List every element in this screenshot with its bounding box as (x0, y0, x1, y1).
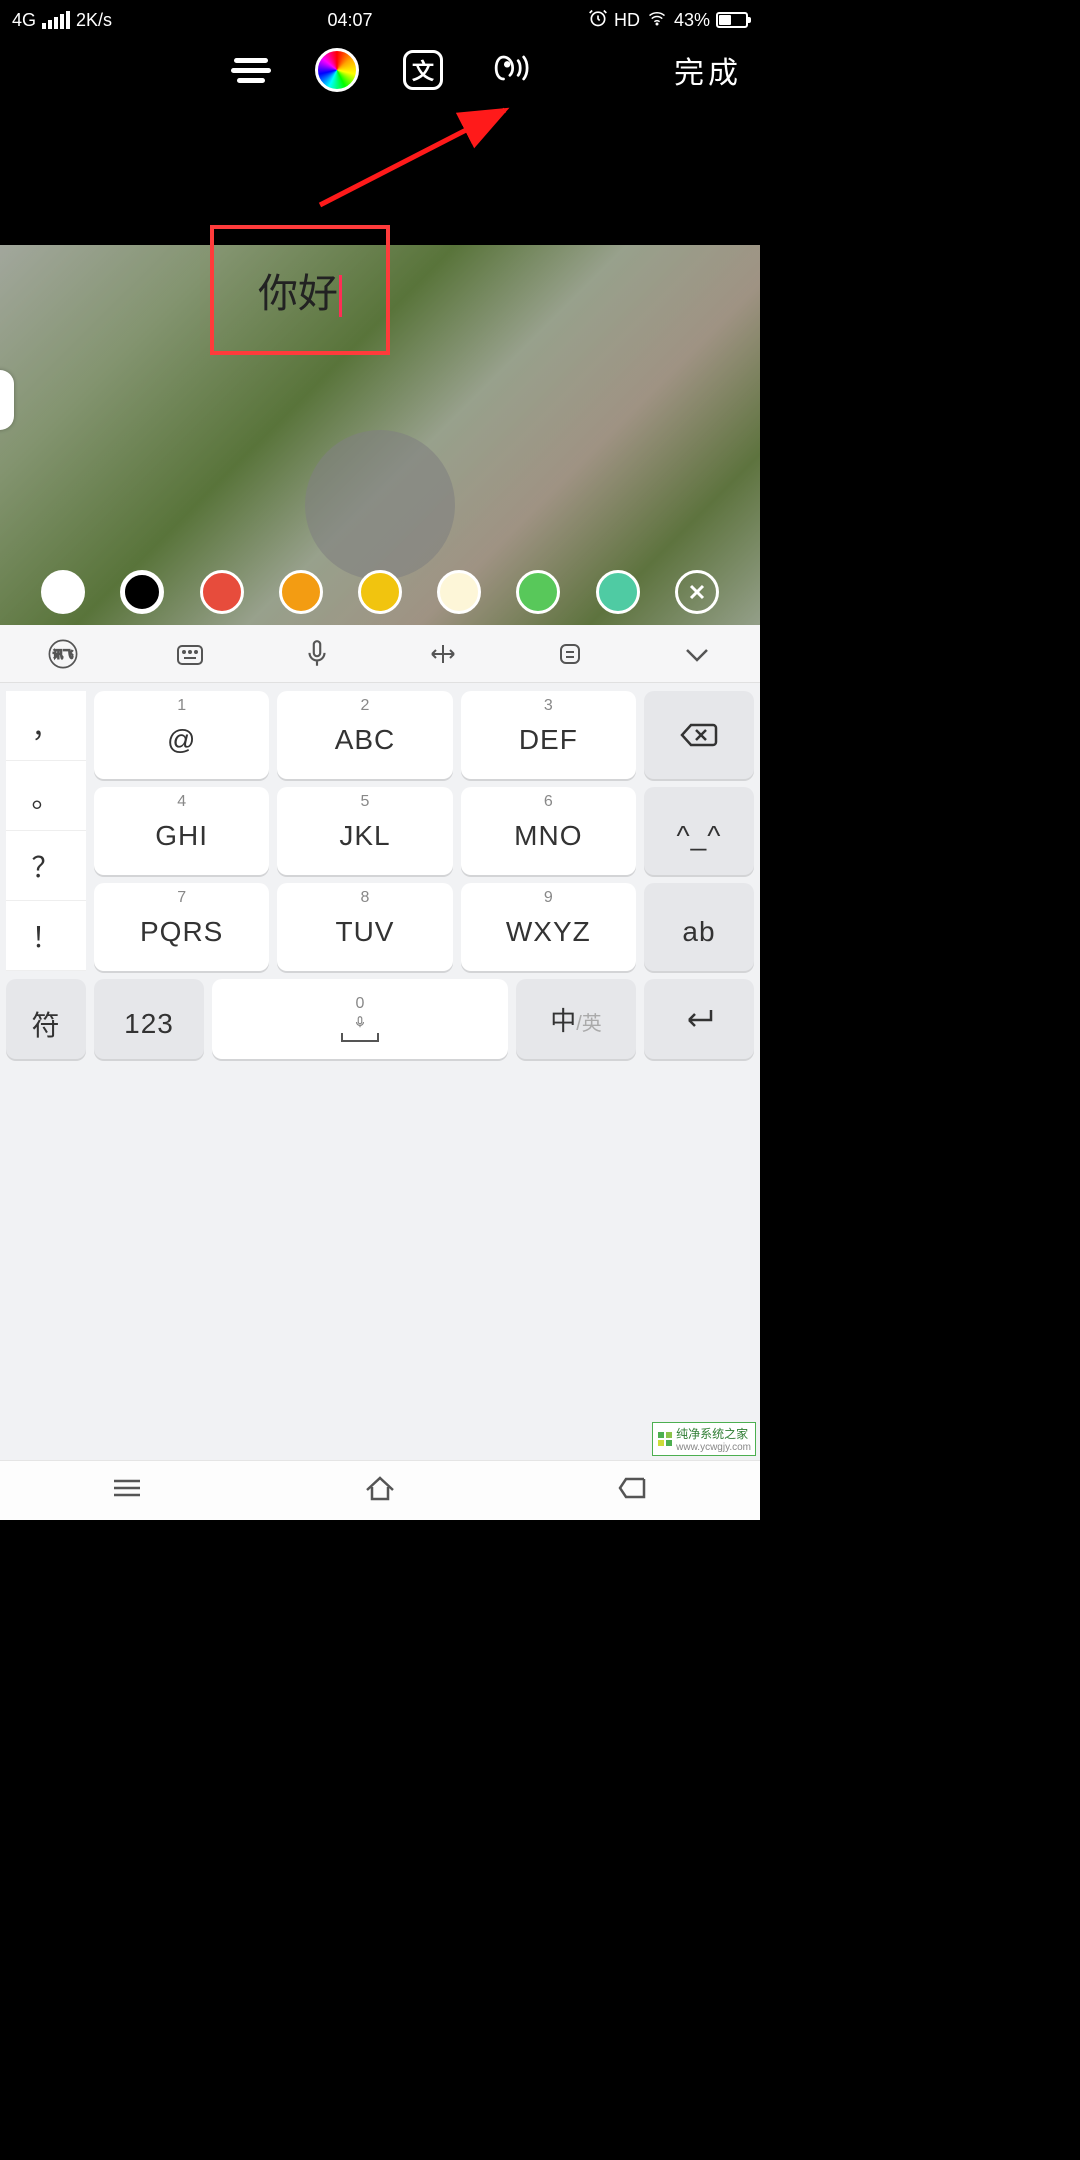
keyboard-keys: ，。？！ 1@2ABC3DEF 4GHI5JKL6MNO^_^ 7PQRS8TUV9W… (0, 683, 760, 971)
key-MNO[interactable]: 6MNO (461, 787, 636, 875)
cursor-move-button[interactable] (422, 633, 464, 675)
color-wheel-icon (315, 48, 359, 92)
collapse-keyboard-button[interactable] (676, 633, 718, 675)
wifi-icon (646, 9, 668, 32)
color-preview-circle (305, 430, 455, 580)
color-swatch[interactable] (596, 570, 640, 614)
text-to-speech-button[interactable] (486, 47, 532, 93)
done-button[interactable]: 完成 (674, 48, 742, 92)
close-icon (687, 582, 707, 602)
svg-text:讯飞: 讯飞 (53, 649, 73, 661)
alarm-icon (588, 8, 608, 33)
watermark-icon (657, 1431, 673, 1447)
edge-handle[interactable] (0, 370, 14, 430)
status-time: 04:07 (327, 10, 372, 31)
text-input-value[interactable]: 你好 (258, 261, 342, 319)
text-style-icon: 文 (403, 50, 443, 90)
color-swatch[interactable] (437, 570, 481, 614)
color-swatch[interactable] (516, 570, 560, 614)
enter-icon (681, 1006, 717, 1032)
clipboard-button[interactable] (549, 633, 591, 675)
signal-icon (42, 11, 70, 29)
emoji-key[interactable]: ^_^ (644, 787, 754, 875)
numbers-key[interactable]: 123 (94, 979, 204, 1059)
soft-keyboard: 讯飞 ，。？！ 1@2ABC3DEF 4GHI5JKL6MNO^_^ 7PQRS8TU… (0, 625, 760, 1520)
backspace-key[interactable] (644, 691, 754, 779)
nav-home-button[interactable] (363, 1474, 397, 1507)
text-cursor (339, 275, 342, 317)
color-swatch[interactable] (200, 570, 244, 614)
color-swatch[interactable] (120, 570, 164, 614)
key-JKL[interactable]: 5JKL (277, 787, 452, 875)
key-DEF[interactable]: 3DEF (461, 691, 636, 779)
alpha-mode-key[interactable]: ab (644, 883, 754, 971)
close-swatches-button[interactable] (675, 570, 719, 614)
nav-recent-button[interactable] (110, 1476, 144, 1505)
punct-key-！[interactable]: ！ (6, 901, 86, 971)
punct-key-。[interactable]: 。 (6, 761, 86, 831)
text-align-button[interactable] (228, 47, 274, 93)
space-icon (340, 1031, 380, 1043)
enter-key[interactable] (644, 979, 754, 1059)
punct-key-？[interactable]: ？ (6, 831, 86, 901)
color-swatch[interactable] (279, 570, 323, 614)
network-speed: 2K/s (76, 10, 112, 31)
color-swatch-row (0, 560, 760, 624)
watermark: 纯净系统之家 www.ycwgjy.com (652, 1422, 756, 1456)
keyboard-layout-button[interactable] (169, 633, 211, 675)
ime-brand-button[interactable]: 讯飞 (42, 633, 84, 675)
language-toggle-key[interactable]: 中/英 (516, 979, 636, 1059)
voice-input-button[interactable] (296, 633, 338, 675)
key-PQRS[interactable]: 7PQRS (94, 883, 269, 971)
key-TUV[interactable]: 8TUV (277, 883, 452, 971)
key-ABC[interactable]: 2ABC (277, 691, 452, 779)
speak-icon (487, 46, 531, 95)
annotation-arrow (310, 95, 520, 215)
nav-back-button[interactable] (616, 1475, 650, 1506)
key-GHI[interactable]: 4GHI (94, 787, 269, 875)
hd-indicator: HD (614, 10, 640, 31)
battery-icon (716, 12, 748, 28)
align-center-icon (231, 58, 271, 83)
punct-key-，[interactable]: ， (6, 691, 86, 761)
color-swatch[interactable] (41, 570, 85, 614)
text-edit-toolbar: 文 完成 (0, 40, 760, 100)
space-key[interactable]: 0 (212, 979, 508, 1059)
network-type: 4G (12, 10, 36, 31)
keyboard-toolbar: 讯飞 (0, 625, 760, 683)
annotation-highlight-box: 你好 (210, 225, 390, 355)
symbols-key[interactable]: 符 (6, 979, 86, 1059)
status-bar: 4G 2K/s 04:07 HD 43% (0, 0, 760, 40)
mic-icon (353, 1015, 367, 1029)
battery-percent: 43% (674, 10, 710, 31)
system-nav-bar (0, 1460, 760, 1520)
text-style-button[interactable]: 文 (400, 47, 446, 93)
color-picker-button[interactable] (314, 47, 360, 93)
backspace-icon (679, 721, 719, 749)
key-@[interactable]: 1@ (94, 691, 269, 779)
color-swatch[interactable] (358, 570, 402, 614)
key-WXYZ[interactable]: 9WXYZ (461, 883, 636, 971)
keyboard-bottom-row: 符 123 0 中/英 (0, 971, 760, 1067)
